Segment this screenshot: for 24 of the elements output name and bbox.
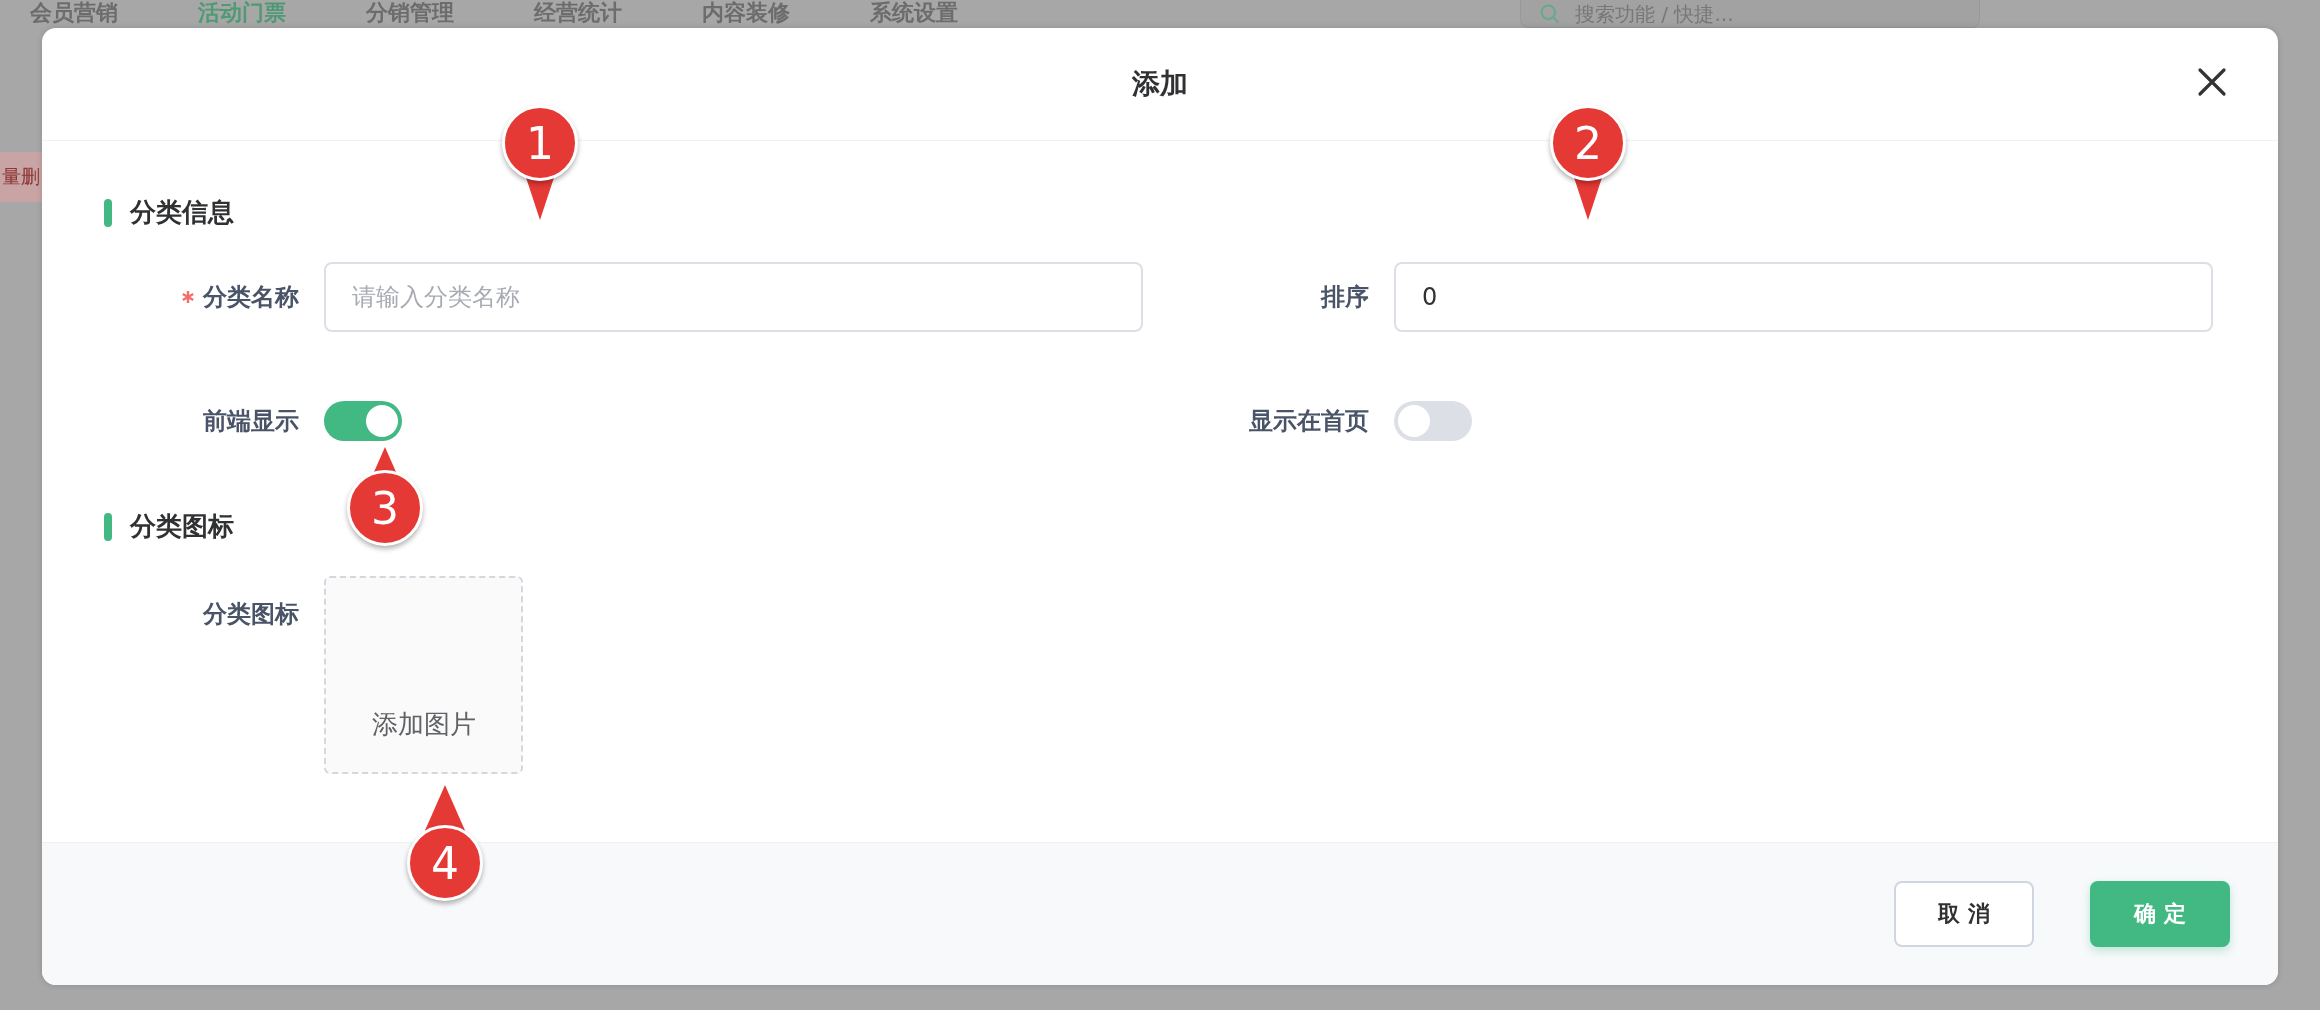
field-label: 显示在首页 — [1249, 406, 1369, 437]
field-label: 排序 — [1321, 282, 1369, 313]
section-title: 分类图标 — [130, 510, 234, 543]
confirm-button[interactable]: 确 定 — [2090, 881, 2230, 947]
nav-item[interactable]: 系统设置 — [870, 0, 958, 26]
cancel-button[interactable]: 取 消 — [1894, 881, 2034, 947]
field-label: 前端显示 — [203, 406, 299, 437]
field-label: 分类名称 — [203, 282, 299, 313]
text-field[interactable]: 0 — [1394, 262, 2213, 332]
section-marker — [104, 198, 112, 227]
toggle-switch[interactable] — [324, 401, 402, 441]
section-marker — [104, 512, 112, 541]
nav-item[interactable]: 会员营销 — [30, 0, 118, 26]
search-icon — [1539, 3, 1561, 25]
nav-item[interactable]: 内容装修 — [702, 0, 790, 26]
section-title: 分类信息 — [130, 196, 234, 229]
field-label: 分类图标 — [203, 599, 299, 630]
nav-item[interactable]: 经营统计 — [534, 0, 622, 26]
text-field[interactable]: 请输入分类名称 — [324, 262, 1143, 332]
image-upload-button[interactable]: 添加图片 — [324, 576, 523, 774]
toggle-switch[interactable] — [1394, 401, 1472, 441]
nav-item[interactable]: 活动门票 — [198, 0, 286, 26]
nav-item[interactable]: 分销管理 — [366, 0, 454, 26]
dialog-title: 添加 — [1132, 66, 1188, 102]
